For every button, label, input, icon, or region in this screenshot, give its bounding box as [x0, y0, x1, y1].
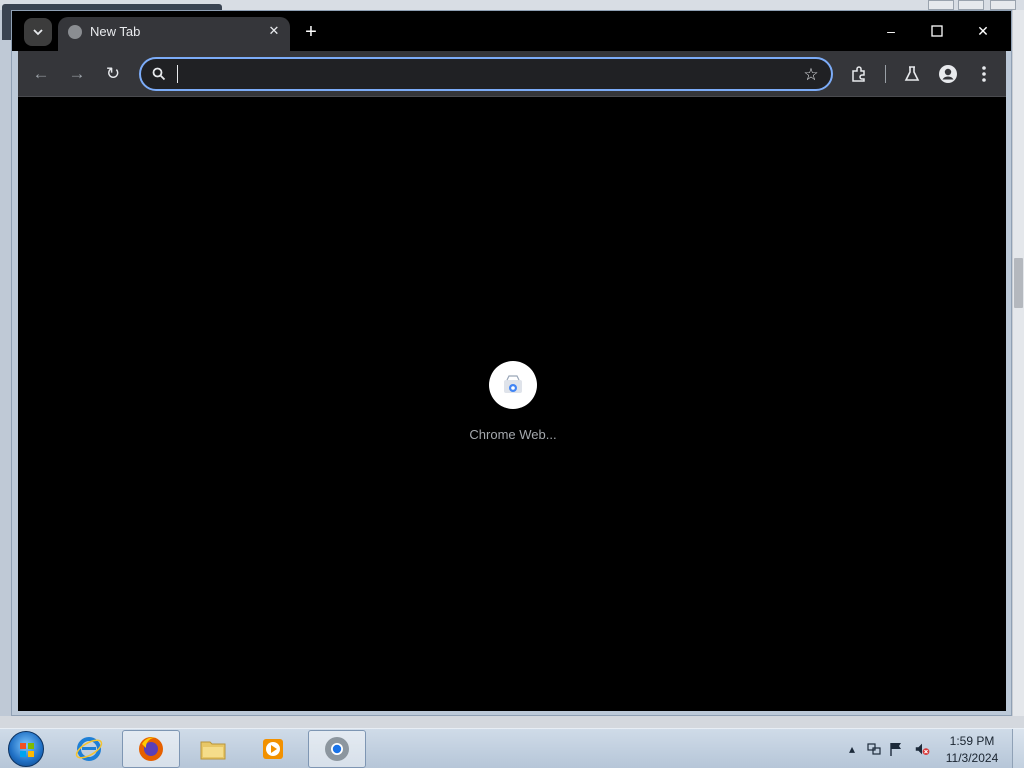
kebab-menu-icon	[982, 66, 986, 82]
address-bar[interactable]: ☆	[139, 57, 833, 91]
tab-title: New Tab	[90, 24, 141, 39]
tab-new-tab[interactable]: New Tab ✕	[58, 17, 290, 51]
text-cursor	[177, 65, 178, 83]
web-store-icon	[504, 375, 522, 393]
maximize-icon	[931, 25, 943, 37]
close-window-button[interactable]: ✕	[966, 19, 1000, 43]
shortcut-icon-circle	[489, 361, 537, 409]
media-player-icon	[263, 739, 283, 759]
show-desktop-button[interactable]	[1012, 729, 1024, 768]
background-minimize-button[interactable]	[928, 0, 954, 10]
shortcut-label: Chrome Web...	[469, 427, 557, 442]
flag-icon	[890, 743, 901, 756]
globe-icon	[68, 25, 82, 39]
plus-icon: +	[305, 20, 317, 43]
start-button[interactable]	[8, 731, 44, 767]
extensions-button[interactable]	[845, 60, 873, 88]
chevron-up-icon: ▴	[848, 742, 856, 756]
star-icon: ☆	[803, 65, 819, 84]
close-icon: ✕	[268, 23, 280, 38]
network-tray-button[interactable]	[866, 741, 882, 757]
tab-search-button[interactable]	[24, 18, 52, 46]
background-window-bottom	[0, 716, 1024, 728]
action-center-button[interactable]	[888, 741, 904, 757]
browser-toolbar: ← → ↻ ☆	[18, 51, 1006, 97]
system-tray: ▴ 1:59 PM 11/3/2024	[842, 729, 1024, 768]
back-arrow-icon: ←	[32, 64, 50, 83]
profile-button[interactable]	[934, 60, 962, 88]
taskbar-firefox[interactable]	[122, 730, 180, 768]
clock-time[interactable]: 1:59 PM	[942, 734, 1002, 748]
minimize-button[interactable]: –	[874, 19, 908, 43]
bookmark-button[interactable]: ☆	[799, 63, 823, 87]
address-input[interactable]	[175, 65, 775, 85]
title-bar[interactable]: New Tab ✕ + – ✕	[12, 11, 1011, 51]
chrome-window: New Tab ✕ + – ✕ ← → ↻ ☆ Chrome Web...	[11, 10, 1012, 716]
background-scrollbar[interactable]	[1012, 10, 1024, 728]
chrome-icon	[325, 737, 349, 761]
new-tab-button[interactable]: +	[298, 19, 324, 45]
profile-icon	[939, 65, 957, 83]
labs-flask-icon	[904, 66, 920, 81]
reload-icon: ↻	[105, 64, 121, 83]
tab-close-button[interactable]: ✕	[263, 20, 285, 42]
chrome-menu-button[interactable]	[970, 60, 998, 88]
network-icon	[867, 743, 881, 755]
maximize-button[interactable]	[920, 19, 954, 43]
show-hidden-icons-button[interactable]: ▴	[844, 741, 860, 757]
close-icon: ✕	[977, 22, 989, 39]
volume-tray-button[interactable]	[914, 741, 930, 757]
shortcut-tile[interactable]: Chrome Web...	[458, 361, 568, 451]
taskbar-file-explorer[interactable]	[184, 730, 242, 768]
taskbar-media-player[interactable]	[244, 730, 302, 768]
extensions-icon	[852, 66, 865, 82]
tab-search-icon	[33, 29, 43, 36]
windows-logo-icon	[20, 743, 34, 757]
folder-icon	[200, 741, 226, 760]
taskbar: ▴ 1:59 PM 11/3/2024	[0, 728, 1024, 768]
taskbar-chrome[interactable]	[308, 730, 366, 768]
background-maximize-button[interactable]	[958, 0, 984, 10]
search-icon	[152, 67, 166, 81]
taskbar-internet-explorer[interactable]	[60, 730, 118, 768]
new-tab-page: Chrome Web...	[18, 97, 1006, 711]
back-button[interactable]: ←	[27, 60, 55, 88]
volume-muted-icon	[915, 743, 930, 756]
background-scrollbar-thumb[interactable]	[1014, 258, 1023, 308]
forward-arrow-icon: →	[68, 64, 86, 83]
internet-explorer-icon	[75, 737, 103, 761]
background-close-button[interactable]	[990, 0, 1016, 10]
minimize-icon: –	[887, 23, 895, 39]
firefox-icon	[139, 737, 163, 761]
labs-button[interactable]	[898, 60, 926, 88]
clock-date[interactable]: 11/3/2024	[942, 751, 1002, 765]
toolbar-separator	[885, 65, 886, 83]
reload-button[interactable]: ↻	[99, 60, 127, 88]
forward-button[interactable]: →	[63, 60, 91, 88]
